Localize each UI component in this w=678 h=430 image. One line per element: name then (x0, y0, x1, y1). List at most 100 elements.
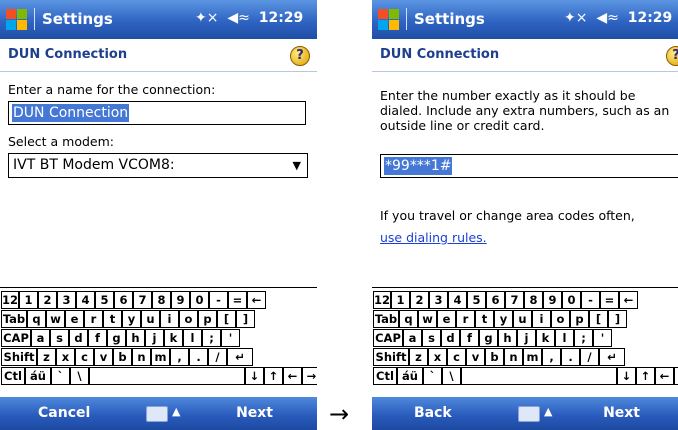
keyboard-key[interactable]: 1 (391, 291, 410, 309)
keyboard-key[interactable]: 8 (524, 291, 543, 309)
keyboard-key[interactable]: p (570, 310, 589, 328)
keyboard-key[interactable]: u (513, 310, 532, 328)
keyboard-key[interactable]: 2 (410, 291, 429, 309)
keyboard-key[interactable]: c (75, 348, 94, 366)
modem-select[interactable]: IVT BT Modem VCOM8: ▼ (8, 153, 308, 178)
keyboard-key[interactable]: ← (619, 291, 638, 309)
keyboard-key[interactable]: 8 (152, 291, 171, 309)
keyboard-key[interactable]: c (447, 348, 466, 366)
keyboard-key[interactable]: 0 (190, 291, 209, 309)
keyboard-key[interactable]: CAP (373, 329, 403, 347)
keyboard-key[interactable]: o (179, 310, 198, 328)
keyboard-key[interactable]: Tab (1, 310, 27, 328)
keyboard-icon[interactable] (146, 406, 168, 422)
keyboard-key[interactable]: \ (70, 367, 89, 385)
keyboard-key[interactable]: h (498, 329, 517, 347)
keyboard-key[interactable]: 3 (57, 291, 76, 309)
keyboard-key[interactable]: t (475, 310, 494, 328)
keyboard-key[interactable]: d (441, 329, 460, 347)
keyboard-key[interactable]: 123 (373, 291, 398, 309)
keyboard-key[interactable]: q (27, 310, 46, 328)
keyboard-key[interactable]: Shift (373, 348, 409, 366)
keyboard-key[interactable]: 2 (38, 291, 57, 309)
keyboard-key[interactable]: ← (655, 367, 674, 385)
connectivity-icon[interactable]: ✦× (564, 10, 587, 26)
keyboard-key[interactable]: 1 (19, 291, 38, 309)
keyboard-key[interactable]: 123 (1, 291, 26, 309)
keyboard-key[interactable]: Shift (1, 348, 37, 366)
keyboard-key[interactable]: - (581, 291, 600, 309)
keyboard-key[interactable]: z (409, 348, 428, 366)
keyboard-key[interactable]: . (189, 348, 208, 366)
keyboard-key[interactable]: ' (221, 329, 240, 347)
keyboard-key[interactable]: d (69, 329, 88, 347)
keyboard-key[interactable]: f (88, 329, 107, 347)
keyboard-key[interactable]: w (46, 310, 65, 328)
keyboard-key[interactable]: 0 (562, 291, 581, 309)
keyboard-key[interactable]: v (466, 348, 485, 366)
keyboard-key[interactable]: 5 (95, 291, 114, 309)
keyboard-key[interactable]: 7 (505, 291, 524, 309)
keyboard-key[interactable]: w (418, 310, 437, 328)
keyboard-key[interactable]: v (94, 348, 113, 366)
spacebar-key[interactable] (461, 367, 617, 385)
help-icon[interactable]: ? (666, 46, 678, 66)
keyboard-key[interactable]: n (504, 348, 523, 366)
keyboard-key[interactable]: b (485, 348, 504, 366)
keyboard-key[interactable]: → (674, 367, 678, 385)
keyboard-key[interactable]: j (145, 329, 164, 347)
keyboard-key[interactable]: 6 (114, 291, 133, 309)
keyboard-key[interactable]: ' (593, 329, 612, 347)
keyboard-key[interactable]: x (56, 348, 75, 366)
keyboard-key[interactable]: s (422, 329, 441, 347)
keyboard-key[interactable]: r (456, 310, 475, 328)
keyboard-key[interactable]: [ (589, 310, 608, 328)
keyboard-key[interactable]: k (164, 329, 183, 347)
keyboard-key[interactable]: 9 (543, 291, 562, 309)
keyboard-key[interactable]: e (65, 310, 84, 328)
connection-name-input[interactable]: DUN Connection (8, 101, 306, 125)
keyboard-key[interactable]: 5 (467, 291, 486, 309)
keyboard-key[interactable]: 6 (486, 291, 505, 309)
keyboard-key[interactable]: i (160, 310, 179, 328)
keyboard-key[interactable]: o (551, 310, 570, 328)
phone-number-input[interactable]: *99***1# (380, 154, 678, 178)
input-panel-arrow-icon[interactable]: ▲ (172, 405, 180, 418)
next-softkey[interactable]: Next (603, 405, 640, 421)
keyboard-key[interactable]: x (428, 348, 447, 366)
volume-icon[interactable]: ◀≈ (596, 10, 619, 26)
clock[interactable]: 12:29 (628, 10, 673, 26)
keyboard-key[interactable]: m (151, 348, 170, 366)
keyboard-key[interactable]: g (479, 329, 498, 347)
keyboard-key[interactable]: áü (397, 367, 423, 385)
keyboard-key[interactable]: l (183, 329, 202, 347)
keyboard-key[interactable]: ↓ (617, 367, 636, 385)
keyboard-key[interactable]: z (37, 348, 56, 366)
keyboard-key[interactable]: y (494, 310, 513, 328)
keyboard-key[interactable]: g (107, 329, 126, 347)
keyboard-key[interactable]: ↵ (599, 348, 625, 366)
chevron-down-icon[interactable]: ▼ (293, 159, 301, 172)
keyboard-key[interactable]: ` (51, 367, 70, 385)
keyboard-key[interactable]: s (50, 329, 69, 347)
keyboard-key[interactable]: i (532, 310, 551, 328)
keyboard-key[interactable]: Tab (373, 310, 399, 328)
keyboard-key[interactable]: Ctl (373, 367, 397, 385)
keyboard-key[interactable]: áü (25, 367, 51, 385)
keyboard-key[interactable]: n (132, 348, 151, 366)
keyboard-key[interactable]: ↑ (264, 367, 283, 385)
keyboard-key[interactable]: CAP (1, 329, 31, 347)
keyboard-key[interactable]: e (437, 310, 456, 328)
keyboard-key[interactable]: l (555, 329, 574, 347)
keyboard-key[interactable]: ; (202, 329, 221, 347)
keyboard-key[interactable]: q (399, 310, 418, 328)
keyboard-key[interactable]: → (302, 367, 317, 385)
keyboard-key[interactable]: . (561, 348, 580, 366)
input-panel-arrow-icon[interactable]: ▲ (544, 405, 552, 418)
keyboard-key[interactable]: ← (247, 291, 266, 309)
keyboard-key[interactable]: Ctl (1, 367, 25, 385)
keyboard-key[interactable]: 4 (448, 291, 467, 309)
keyboard-key[interactable]: a (31, 329, 50, 347)
keyboard-key[interactable]: ` (423, 367, 442, 385)
keyboard-key[interactable]: r (84, 310, 103, 328)
